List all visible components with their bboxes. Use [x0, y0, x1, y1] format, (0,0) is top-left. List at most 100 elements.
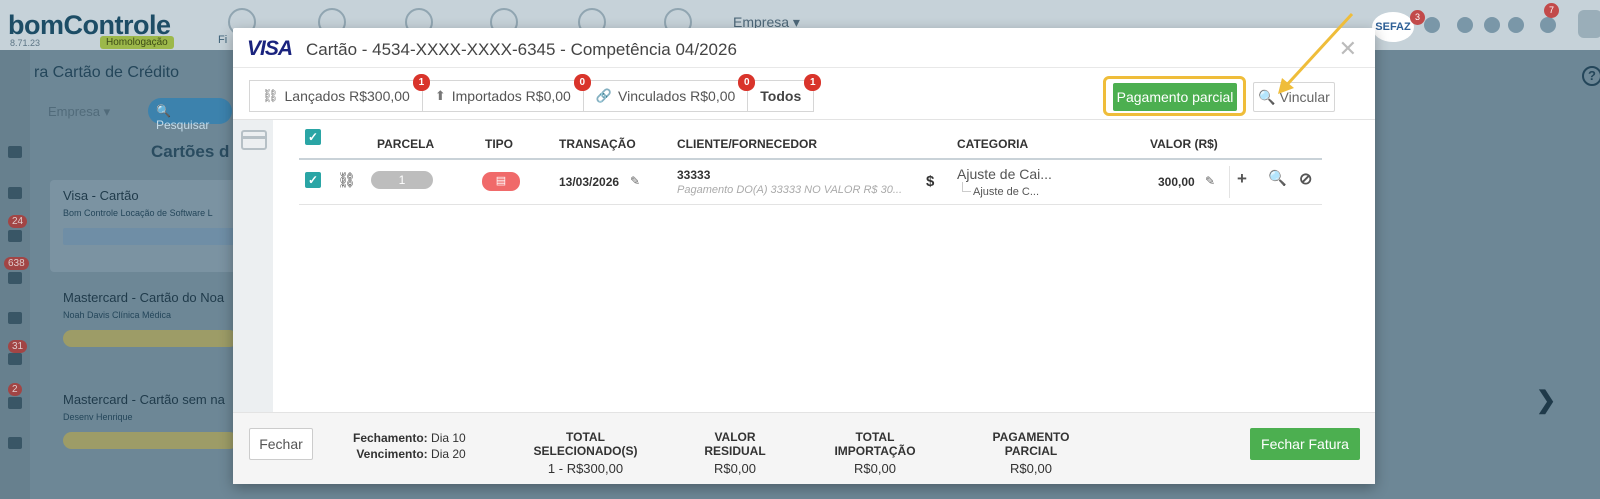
transactions-table: ✓ PARCELA TIPO TRANSAÇÃO CLIENTE/FORNECE…	[299, 128, 1322, 205]
col-valor[interactable]: VALOR (R$)	[1150, 137, 1218, 151]
card-progress	[63, 432, 238, 449]
card-mastercard-1[interactable]: Mastercard - Cartão do Noa Noah Davis Cl…	[50, 284, 240, 354]
table-row[interactable]: ✓ ⛓ 1 ▤ 13/03/2026 ✎ 33333 Pagamento DO(…	[299, 160, 1322, 205]
send-icon[interactable]	[8, 397, 22, 409]
col-categoria[interactable]: CATEGORIA	[957, 137, 1028, 151]
finance-label: Fi	[218, 34, 228, 46]
dollar-icon: $	[926, 173, 935, 190]
parcela-pill: 1	[371, 171, 433, 189]
card-progress	[63, 330, 238, 347]
due-value: Dia 20	[431, 447, 466, 461]
page-help-icon[interactable]: ?	[1582, 66, 1600, 86]
gear-icon[interactable]	[1484, 17, 1500, 33]
card-subtitle: Desenv Henrique	[63, 412, 133, 422]
document-icon[interactable]	[8, 312, 22, 324]
total-selected: TOTAL SELECIONADO(S) 1 - R$300,00	[518, 430, 653, 476]
due-dates: Fechamento: Dia 10 Vencimento: Dia 20	[353, 430, 466, 462]
credit-card-icon[interactable]	[241, 130, 267, 150]
tab-label: Todos	[760, 88, 802, 104]
left-panel	[233, 120, 273, 412]
col-cliente[interactable]: CLIENTE/FORNECEDOR	[677, 137, 817, 151]
bell-badge: 7	[1544, 3, 1559, 18]
modal-title: Cartão - 4534-XXXX-XXXX-6345 - Competênc…	[306, 40, 737, 59]
sefaz-icon[interactable]: SEFAZ	[1372, 12, 1414, 42]
tab-lancados[interactable]: ⛓ Lançados R$300,00 1	[249, 74, 430, 112]
chart-icon[interactable]	[8, 353, 22, 365]
client-name: 33333	[677, 168, 711, 182]
menu-icon[interactable]	[8, 146, 22, 158]
whatsapp-icon[interactable]	[1424, 17, 1440, 33]
col-parcela[interactable]: PARCELA	[377, 137, 434, 151]
invoice-modal: VISA Cartão - 4534-XXXX-XXXX-6345 - Comp…	[233, 28, 1375, 484]
partial-amount: R$0,00	[1010, 461, 1052, 476]
card-title: Mastercard - Cartão sem na	[63, 392, 225, 407]
chevron-right-icon[interactable]: ❯	[1536, 386, 1556, 415]
total-selected-value: 1 - R$300,00	[547, 461, 624, 476]
search-icon[interactable]: 🔍	[1268, 169, 1287, 187]
partial-payment: PAGAMENTO PARCIAL R$0,00	[968, 430, 1094, 476]
modal-footer: Fechar Fechamento: Dia 10 Vencimento: Di…	[233, 412, 1375, 484]
edit-date-icon[interactable]: ✎	[630, 174, 640, 188]
annotation-arrow-icon	[1278, 12, 1354, 94]
block-icon[interactable]: ⊘	[1299, 169, 1312, 189]
side-badge-alerts: 24	[8, 215, 28, 228]
app-sidebar: 24 638 31 2	[0, 50, 30, 499]
side-badge-links: 638	[4, 257, 29, 270]
plus-icon[interactable]: +	[1237, 169, 1247, 189]
card-subtitle: Noah Davis Clínica Médica	[63, 310, 172, 320]
link-icon[interactable]	[8, 272, 22, 284]
warning-icon[interactable]	[8, 230, 22, 242]
partial-label: PAGAMENTO PARCIAL	[992, 430, 1070, 458]
unlink-icon[interactable]: ⛓	[337, 171, 356, 189]
bell-icon[interactable]	[1540, 17, 1556, 33]
tab-todos[interactable]: Todos 1	[747, 74, 822, 112]
avatar[interactable]	[1578, 10, 1600, 38]
tab-label: Importados R$0,00	[451, 88, 571, 104]
tab-badge: 0	[573, 74, 591, 91]
card-subtitle: Bom Controle Locação de Software L	[63, 208, 213, 218]
receipt-icon: ▤	[482, 172, 520, 191]
empresa-filter[interactable]: Empresa ▾	[48, 104, 110, 120]
calendar-icon[interactable]	[1457, 17, 1473, 33]
card-visa[interactable]: Visa - Cartão Bom Controle Locação de So…	[50, 180, 240, 272]
close-invoice-button[interactable]: Fechar Fatura	[1250, 428, 1360, 460]
due-label: Vencimento:	[356, 447, 428, 461]
modal-header: VISA Cartão - 4534-XXXX-XXXX-6345 - Comp…	[233, 28, 1375, 68]
tab-vinculados[interactable]: 🔗 Vinculados R$0,00 0	[582, 74, 756, 112]
sefaz-badge: 3	[1410, 10, 1425, 25]
total-import: TOTAL IMPORTAÇÃO R$0,00	[816, 430, 934, 476]
search-button[interactable]: 🔍 Pesquisar	[148, 98, 232, 132]
page-title: ra Cartão de Crédito	[34, 64, 179, 81]
edit-value-icon[interactable]: ✎	[1205, 174, 1215, 188]
area-chart-icon[interactable]	[8, 437, 22, 449]
tab-badge: 1	[804, 74, 822, 91]
tab-badge: 0	[738, 74, 756, 91]
import-amount: R$0,00	[854, 461, 896, 476]
card-title: Visa - Cartão	[63, 188, 139, 203]
partial-payment-button[interactable]: Pagamento parcial	[1113, 83, 1237, 111]
select-all-checkbox[interactable]: ✓	[305, 129, 321, 145]
side-badge-charts: 31	[8, 340, 28, 353]
transaction-value: 300,00	[1158, 175, 1195, 189]
unlink-icon: ⛓	[262, 88, 279, 103]
search-icon: 🔍	[1258, 89, 1276, 105]
card-mastercard-2[interactable]: Mastercard - Cartão sem na Desenv Henriq…	[50, 388, 240, 458]
cards-heading: Cartões d	[151, 142, 230, 161]
tab-badge: 1	[412, 74, 430, 91]
close-button[interactable]: Fechar	[249, 428, 313, 460]
link-icon: 🔗	[595, 88, 613, 103]
closing-label: Fechamento:	[353, 431, 428, 445]
help-icon[interactable]	[1508, 17, 1524, 33]
col-transacao[interactable]: TRANSAÇÃO	[559, 137, 636, 151]
tab-label: Vinculados R$0,00	[618, 88, 736, 104]
col-tipo[interactable]: TIPO	[485, 137, 513, 151]
subcategory: Ajuste de C...	[961, 182, 1040, 198]
import-label: TOTAL IMPORTAÇÃO	[834, 430, 916, 458]
row-checkbox[interactable]: ✓	[305, 172, 321, 188]
tab-importados[interactable]: ⬆ Importados R$0,00 0	[421, 74, 591, 112]
residual-value: VALOR RESIDUAL R$0,00	[683, 430, 787, 476]
upload-icon: ⬆	[434, 88, 446, 103]
modal-toolbar: ⛓ Lançados R$300,00 1 ⬆ Importados R$0,0…	[233, 68, 1375, 120]
dollar-icon[interactable]	[8, 187, 22, 199]
row-divider	[1229, 166, 1230, 198]
